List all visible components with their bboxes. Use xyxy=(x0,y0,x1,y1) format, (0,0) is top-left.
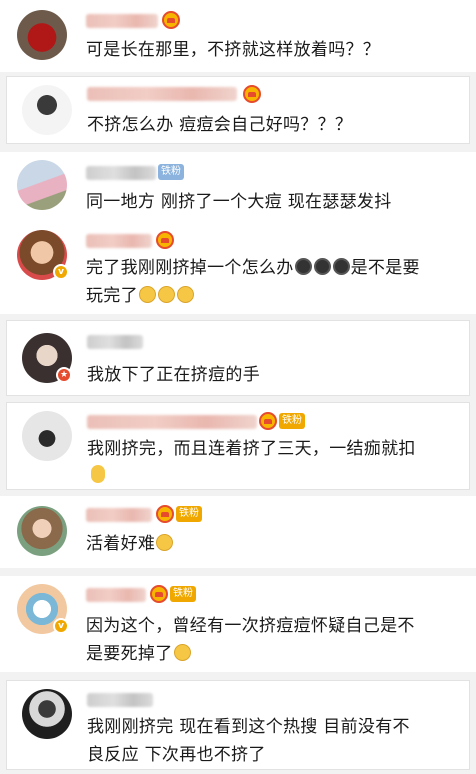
avatar[interactable] xyxy=(22,85,72,135)
comment-text: 完了我刚刚挤掉一个怎么办 是不是要 xyxy=(86,254,420,282)
avatar[interactable] xyxy=(22,411,72,461)
comment-feed: 可是长在那里，不挤就这样放着吗？？ 不挤怎么办 痘痘会自己好吗？？？ 铁粉 同一… xyxy=(0,0,476,774)
comment-text: 我刚刚挤完 现在看到这个热搜 目前没有不 xyxy=(87,717,410,737)
comment-item[interactable]: v 铁粉 因为这个，曾经有一次挤痘痘怀疑自己是不 是要死掉了 xyxy=(0,576,476,672)
username[interactable] xyxy=(87,87,237,101)
verified-badge-icon: v xyxy=(53,618,69,634)
comment-text: 我刚挤完，而且连着挤了三天，一结痂就扣 xyxy=(87,439,416,459)
username[interactable] xyxy=(86,166,156,180)
emoji-icon xyxy=(173,644,191,661)
comment-item[interactable]: 铁粉 同一地方 刚挤了一个大痘 现在瑟瑟发抖 xyxy=(0,152,476,222)
comment-text: 因为这个，曾经有一次挤痘痘怀疑自己是不 xyxy=(86,616,415,636)
avatar[interactable] xyxy=(17,506,67,556)
fan-tag: 铁粉 xyxy=(279,413,305,429)
username[interactable] xyxy=(86,508,152,522)
emoji-icon xyxy=(294,258,312,275)
emoji-icon xyxy=(156,534,174,551)
avatar[interactable] xyxy=(22,689,72,739)
vip-badge-icon xyxy=(156,231,174,249)
vip-badge-icon xyxy=(156,505,174,523)
verified-badge-icon: v xyxy=(53,264,69,280)
vip-badge-icon xyxy=(259,412,277,430)
comment-text-part: 是不是要 xyxy=(350,258,420,278)
comment-text-part: 完了我刚刚挤掉一个怎么办 xyxy=(86,258,294,278)
emoji-icon xyxy=(313,258,331,275)
comment-item[interactable]: 不挤怎么办 痘痘会自己好吗？？？ xyxy=(6,76,470,144)
comment-text-line2: 玩完了 xyxy=(86,282,195,310)
comment-text: 可是长在那里，不挤就这样放着吗？？ xyxy=(86,40,381,60)
comment-text-part: 是要死掉了 xyxy=(86,644,173,664)
vip-badge-icon xyxy=(162,11,180,29)
emoji-icon xyxy=(176,286,194,303)
comment-text: 我放下了正在挤痘的手 xyxy=(87,365,260,385)
verified-badge-icon: ★ xyxy=(56,367,72,383)
comment-item[interactable]: 铁粉 活着好难 xyxy=(0,496,476,568)
username[interactable] xyxy=(87,335,143,349)
comment-item[interactable]: ★ 我放下了正在挤痘的手 xyxy=(6,320,470,396)
comment-item[interactable]: 我刚刚挤完 现在看到这个热搜 目前没有不 良反应 下次再也不挤了 xyxy=(6,680,470,770)
username[interactable] xyxy=(86,234,152,248)
username[interactable] xyxy=(86,14,158,28)
avatar[interactable] xyxy=(17,10,67,60)
comment-text-part: 玩完了 xyxy=(86,286,138,306)
comment-text: 同一地方 刚挤了一个大痘 现在瑟瑟发抖 xyxy=(86,192,392,212)
comment-item[interactable]: 铁粉 我刚挤完，而且连着挤了三天，一结痂就扣 xyxy=(6,402,470,490)
username[interactable] xyxy=(87,415,257,429)
comment-text: 活着好难 xyxy=(86,530,174,558)
emoji-icon xyxy=(138,286,156,303)
username[interactable] xyxy=(86,588,146,602)
emoji-icon xyxy=(332,258,350,275)
comment-item[interactable]: v 完了我刚刚挤掉一个怎么办 是不是要 玩完了 xyxy=(0,222,476,314)
fan-tag: 铁粉 xyxy=(170,586,196,602)
comment-text-line2: 是要死掉了 xyxy=(86,640,192,668)
fan-tag: 铁粉 xyxy=(176,506,202,522)
vip-badge-icon xyxy=(150,585,168,603)
comment-text: 不挤怎么办 痘痘会自己好吗？？？ xyxy=(87,115,353,135)
comment-text-part: 活着好难 xyxy=(86,534,156,554)
comment-item[interactable]: 可是长在那里，不挤就这样放着吗？？ xyxy=(0,0,476,72)
comment-text-line2: 良反应 下次再也不挤了 xyxy=(87,745,266,765)
fan-tag: 铁粉 xyxy=(158,164,184,180)
vip-badge-icon xyxy=(243,85,261,103)
username[interactable] xyxy=(87,693,153,707)
avatar[interactable] xyxy=(17,160,67,210)
emoji-icon xyxy=(157,286,175,303)
emoji-icon xyxy=(91,465,105,483)
